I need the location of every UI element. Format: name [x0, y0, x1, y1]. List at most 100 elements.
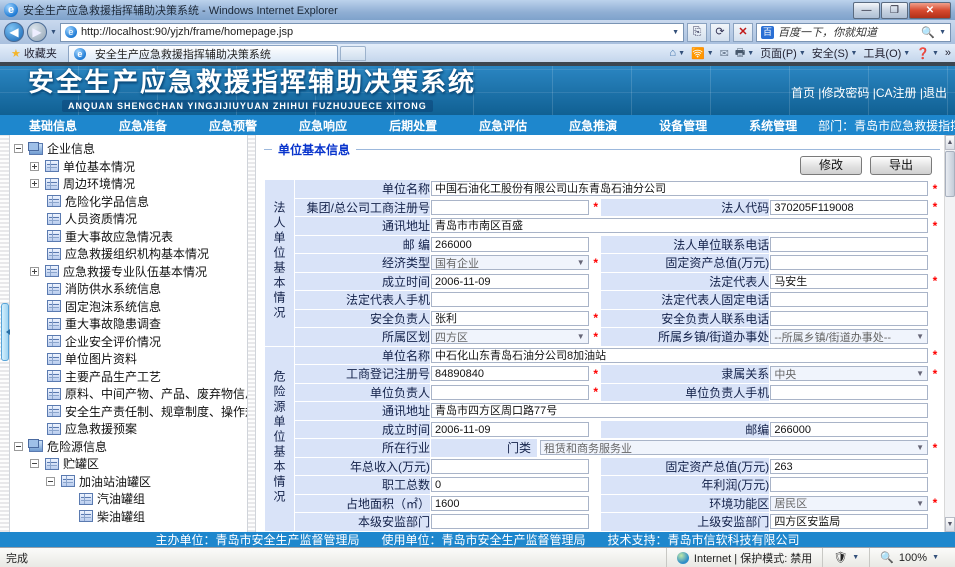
text-input[interactable] — [770, 292, 928, 307]
favorites-button[interactable]: ★ 收藏夹 — [4, 45, 64, 61]
tree-item-label[interactable]: 固定泡沫系统信息 — [65, 298, 161, 315]
expand-icon[interactable] — [30, 179, 39, 188]
text-input[interactable]: 1600 — [431, 496, 589, 511]
text-input[interactable]: 263 — [770, 459, 928, 474]
close-button[interactable]: ✕ — [909, 2, 951, 19]
help-menu[interactable]: ❓▼ — [916, 47, 939, 60]
tree-item[interactable]: 应急救援组织机构基本情况 — [14, 245, 245, 263]
tree-item[interactable]: 单位图片资料 — [14, 350, 245, 368]
tree-item[interactable]: 安全生产责任制、规章制度、操作规程信息 — [14, 403, 245, 421]
text-input[interactable]: 266000 — [770, 422, 928, 437]
chevron-down-icon[interactable]: ▼ — [916, 332, 924, 341]
tree-item-label[interactable]: 周边环境情况 — [63, 175, 135, 192]
header-links[interactable]: 首页 |修改密码 |CA注册 |退出 — [791, 84, 947, 101]
text-input[interactable]: 370205F119008 — [770, 200, 928, 215]
tree-item-label[interactable]: 危险化学品信息 — [65, 193, 149, 210]
tools-menu[interactable]: 工具(O)▼ — [863, 45, 910, 61]
scroll-down-icon[interactable]: ▼ — [945, 517, 955, 532]
tree-item[interactable]: 柴油罐组 — [14, 508, 245, 526]
tree-item-label[interactable]: 应急救援专业队伍基本情况 — [63, 263, 207, 280]
text-input[interactable] — [431, 292, 589, 307]
zoom-control[interactable]: 🔍 100% ▼ — [869, 548, 949, 567]
collapse-icon[interactable] — [30, 459, 39, 468]
tree-item-label[interactable]: 重大事故应急情况表 — [65, 228, 173, 245]
text-input[interactable] — [770, 311, 928, 326]
modify-button[interactable]: 修改 — [800, 156, 862, 175]
browser-tab[interactable]: e 安全生产应急救援指挥辅助决策系统 — [68, 45, 338, 62]
tree-item[interactable]: 应急救援预案 — [14, 420, 245, 438]
dropdown-field[interactable]: 四方区▼ — [431, 329, 589, 344]
tree-item[interactable]: 固定泡沫系统信息 — [14, 298, 245, 316]
nav-item-2[interactable]: 应急预警 — [188, 117, 278, 134]
mail-icon[interactable]: ✉ — [720, 47, 729, 60]
tree-item-label[interactable]: 危险源信息 — [47, 438, 107, 455]
tree-item[interactable]: 消防供水系统信息 — [14, 280, 245, 298]
url-text[interactable]: http://localhost:90/yjzh/frame/homepage.… — [81, 26, 668, 38]
search-text[interactable]: 百度一下，你就知道 — [778, 24, 917, 40]
collapse-icon[interactable] — [46, 477, 55, 486]
expand-icon[interactable] — [30, 267, 39, 276]
text-input[interactable] — [431, 459, 589, 474]
expand-icon[interactable] — [30, 162, 39, 171]
tree-item-label[interactable]: 企业安全评价情况 — [65, 333, 161, 350]
scroll-up-icon[interactable]: ▲ — [945, 135, 955, 150]
url-field[interactable]: e http://localhost:90/yjzh/frame/homepag… — [60, 23, 684, 42]
tree-item[interactable]: 加油站油罐区 — [14, 473, 245, 491]
text-input[interactable] — [431, 200, 589, 215]
tree-item[interactable]: 周边环境情况 — [14, 175, 245, 193]
compatibility-view-icon[interactable]: ⎘ — [687, 23, 707, 42]
text-input[interactable] — [431, 514, 589, 529]
chevron-down-icon[interactable]: ▼ — [916, 443, 924, 452]
tree-item-label[interactable]: 人员资质情况 — [65, 210, 137, 227]
tree-item-label[interactable]: 应急救援预案 — [65, 420, 137, 437]
collapse-icon[interactable] — [14, 144, 23, 153]
text-input[interactable]: 266000 — [431, 237, 589, 252]
tree-item[interactable]: 企业安全评价情况 — [14, 333, 245, 351]
home-icon[interactable]: ⌂ — [669, 47, 676, 59]
privacy-control[interactable]: 🛡▼ — [822, 548, 869, 567]
new-tab-button[interactable] — [340, 46, 366, 61]
tree-item-label[interactable]: 安全生产责任制、规章制度、操作规程信息 — [65, 403, 247, 420]
back-button[interactable]: ◀ — [4, 22, 24, 42]
tree-item-label[interactable]: 汽油罐组 — [97, 490, 145, 507]
dropdown-field[interactable]: 中央▼ — [770, 366, 928, 381]
text-input[interactable]: 四方区安监局 — [770, 514, 928, 529]
chevron-down-icon[interactable]: ▼ — [577, 332, 585, 341]
tree-item[interactable]: 汽油罐组 — [14, 490, 245, 508]
tree-item-label[interactable]: 企业信息 — [47, 140, 95, 157]
tree-item[interactable]: 危险化学品信息 — [14, 193, 245, 211]
chevron-down-icon[interactable]: ▼ — [916, 369, 924, 378]
text-input[interactable]: 2006-11-09 — [431, 274, 589, 289]
text-input[interactable]: 0 — [431, 477, 589, 492]
tree-item-label[interactable]: 重大事故隐患调查 — [65, 315, 161, 332]
tree-splitter[interactable] — [247, 135, 256, 532]
dropdown-field[interactable]: --所属乡镇/街道办事处--▼ — [770, 329, 928, 344]
feeds-icon[interactable]: 🛜 — [691, 47, 705, 60]
text-input[interactable]: 中国石油化工股份有限公司山东青岛石油分公司 — [431, 181, 928, 196]
more-commands-icon[interactable]: » — [945, 47, 951, 59]
url-dropdown-icon[interactable]: ▼ — [672, 29, 679, 36]
nav-item-8[interactable]: 系统管理 — [728, 117, 818, 134]
page-menu[interactable]: 页面(P)▼ — [760, 45, 806, 61]
tree-item[interactable]: 企业信息 — [14, 140, 245, 158]
tree-item[interactable]: 应急救援专业队伍基本情况 — [14, 263, 245, 281]
text-input[interactable] — [770, 385, 928, 400]
text-input[interactable]: 青岛市四方区周口路77号 — [431, 403, 928, 418]
tree-item[interactable]: 重大事故隐患调查 — [14, 315, 245, 333]
tree-item[interactable]: 主要产品生产工艺 — [14, 368, 245, 386]
sidebar-collapse-handle[interactable] — [1, 303, 9, 361]
scrollbar-track[interactable] — [945, 150, 955, 517]
nav-item-3[interactable]: 应急响应 — [278, 117, 368, 134]
dropdown-field[interactable]: 居民区▼ — [770, 496, 928, 511]
tree-item-label[interactable]: 贮罐区 — [63, 455, 99, 472]
print-icon[interactable]: 🖶 — [735, 44, 745, 63]
tree-item-label[interactable]: 应急救援组织机构基本情况 — [65, 245, 209, 262]
tab-title[interactable]: 安全生产应急救援指挥辅助决策系统 — [95, 46, 271, 62]
refresh-icon[interactable]: ⟳ — [710, 23, 730, 42]
scrollbar-thumb[interactable] — [945, 151, 955, 197]
collapse-icon[interactable] — [14, 442, 23, 451]
nav-item-5[interactable]: 应急评估 — [458, 117, 548, 134]
tree-item[interactable]: 重大事故应急情况表 — [14, 228, 245, 246]
export-button[interactable]: 导出 — [870, 156, 932, 175]
tree-item-label[interactable]: 原料、中间产物、产品、废弃物信息 — [65, 385, 247, 402]
